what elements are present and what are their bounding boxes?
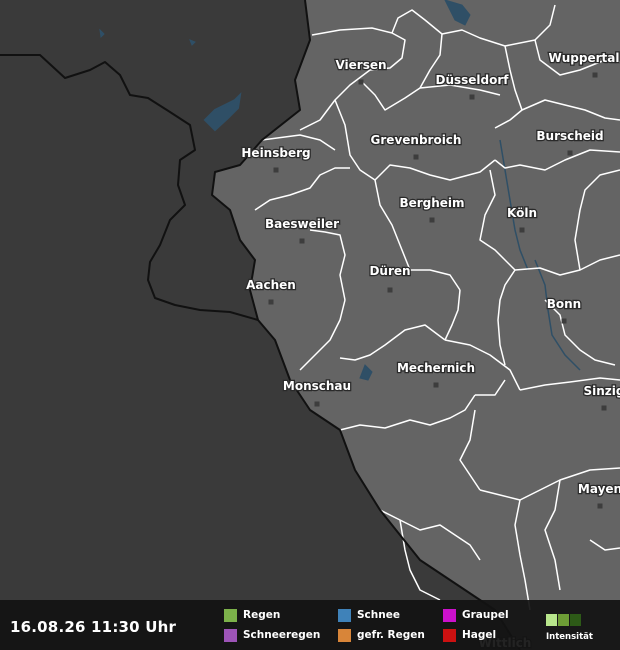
intensity-swatches — [546, 611, 596, 630]
city-marker-grevenbroich — [413, 154, 419, 160]
city-label-sinzig: Sinzig — [584, 384, 620, 398]
weather-map[interactable]: Viersen Düsseldorf Wuppertal Heinsberg Greve… — [0, 0, 620, 650]
legend-item-graupel: Graupel — [443, 607, 509, 623]
city-marker-aachen — [268, 299, 274, 305]
city-label-duesseldorf: Düsseldorf — [435, 73, 509, 87]
city-label-heinsberg: Heinsberg — [241, 146, 310, 160]
legend-swatch-hagel — [443, 628, 456, 642]
city-label-bergheim: Bergheim — [399, 196, 464, 210]
legend-label-schneeregen: Schneeregen — [243, 629, 321, 641]
city-label-grevenbroich: Grevenbroich — [371, 133, 462, 147]
city-label-dueren: Düren — [369, 264, 410, 278]
legend-swatch-schneeregen — [224, 628, 237, 642]
city-marker-wuppertal — [592, 72, 598, 78]
legend-label-regen: Regen — [243, 609, 281, 621]
city-marker-monschau — [314, 401, 320, 407]
city-marker-koeln — [519, 227, 525, 233]
city-marker-baesweiler — [299, 238, 305, 244]
city-label-koeln: Köln — [507, 206, 537, 220]
city-label-wuppertal: Wuppertal — [549, 51, 620, 65]
legend-item-regen: Regen — [224, 607, 280, 623]
city-marker-viersen — [358, 79, 364, 85]
legend-item-gefr-regen: gefr. Regen — [338, 627, 425, 643]
legend-label-graupel: Graupel — [462, 609, 509, 621]
city-marker-burscheid — [567, 150, 573, 156]
city-marker-mayen — [597, 503, 603, 509]
timestamp: 16.08.26 11:30 Uhr — [10, 618, 177, 636]
city-marker-bergheim — [429, 217, 435, 223]
legend-swatch-regen — [224, 608, 237, 622]
intensity-swatch-strong — [570, 614, 581, 626]
legend-swatch-schnee — [338, 608, 351, 622]
legend-label-schnee: Schnee — [357, 609, 400, 621]
legend-item-schnee: Schnee — [338, 607, 400, 623]
city-marker-mechernich — [433, 382, 439, 388]
legend-swatch-gefr-regen — [338, 628, 351, 642]
footer-bar: 16.08.26 11:30 Uhr Regen Schneeregen Sch… — [0, 600, 620, 650]
city-label-baesweiler: Baesweiler — [265, 217, 339, 231]
legend-item-schneeregen: Schneeregen — [224, 627, 320, 643]
city-label-bonn: Bonn — [547, 297, 581, 311]
city-marker-heinsberg — [273, 167, 279, 173]
intensity-swatch-light — [546, 614, 557, 626]
legend-label-gefr-regen: gefr. Regen — [357, 629, 425, 641]
city-marker-dueren — [387, 287, 393, 293]
legend-label-hagel: Hagel — [462, 629, 497, 641]
intensity-scale: Intensität — [546, 611, 596, 642]
city-marker-sinzig — [601, 405, 607, 411]
city-label-monschau: Monschau — [283, 379, 351, 393]
legend-item-hagel: Hagel — [443, 627, 496, 643]
intensity-label: Intensität — [546, 632, 593, 642]
city-label-viersen: Viersen — [335, 58, 386, 72]
city-marker-duesseldorf — [469, 94, 475, 100]
legend-swatch-graupel — [443, 608, 456, 622]
city-label-burscheid: Burscheid — [536, 129, 603, 143]
city-label-mechernich: Mechernich — [397, 361, 475, 375]
city-label-aachen: Aachen — [246, 278, 296, 292]
city-marker-bonn — [561, 318, 567, 324]
city-label-mayen: Mayen — [578, 482, 620, 496]
intensity-swatch-medium — [558, 614, 569, 626]
